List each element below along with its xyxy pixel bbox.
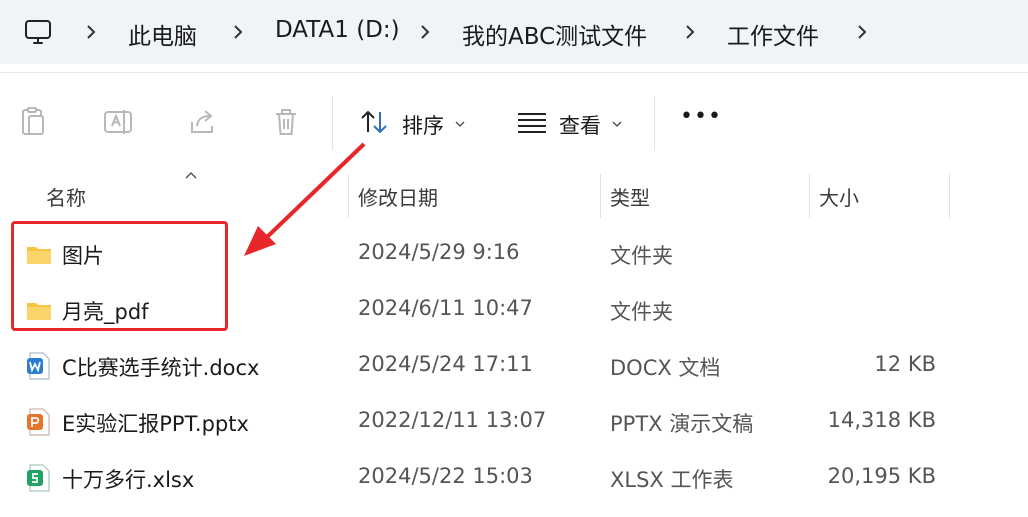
breadcrumb-item-test-folder[interactable]: 我的ABC测试文件 — [462, 17, 647, 51]
file-name: C比赛选手统计.docx — [62, 356, 260, 380]
file-size: 12 KB — [874, 352, 936, 376]
chevron-right-icon[interactable] — [82, 23, 100, 41]
view-button[interactable]: 查看 — [559, 110, 601, 140]
column-divider[interactable] — [348, 174, 349, 218]
rename-icon[interactable] — [100, 104, 136, 140]
file-type: PPTX 演示文稿 — [610, 412, 754, 436]
file-date: 2024/5/29 9:16 — [358, 240, 520, 264]
column-divider[interactable] — [809, 174, 810, 218]
column-header-date[interactable]: 修改日期 — [358, 182, 438, 211]
chevron-right-icon[interactable] — [853, 23, 871, 41]
word-doc-icon — [27, 352, 50, 380]
excel-doc-icon — [27, 464, 50, 492]
paste-icon[interactable] — [16, 104, 52, 140]
file-type: 文件夹 — [610, 244, 673, 268]
breadcrumb-item-drive[interactable]: DATA1 (D:) — [275, 17, 400, 43]
file-size: 20,195 KB — [827, 464, 936, 488]
divider — [0, 72, 1028, 73]
chevron-down-icon[interactable] — [611, 118, 623, 130]
chevron-right-icon[interactable] — [229, 23, 247, 41]
file-name: E实验汇报PPT.pptx — [62, 412, 249, 436]
file-size: 14,318 KB — [827, 408, 936, 432]
chevron-down-icon[interactable] — [454, 118, 466, 130]
sort-icon[interactable] — [356, 104, 392, 140]
sort-button[interactable]: 排序 — [402, 110, 444, 140]
toolbar-separator — [332, 96, 333, 150]
ppt-doc-icon — [27, 408, 50, 436]
file-type: DOCX 文档 — [610, 356, 721, 380]
address-bar[interactable]: 此电脑 DATA1 (D:) 我的ABC测试文件 工作文件 — [0, 0, 1028, 64]
breadcrumb-item-this-pc[interactable]: 此电脑 — [128, 17, 197, 51]
sort-ascending-icon — [185, 171, 197, 179]
table-row[interactable]: C比赛选手统计.docx 2024/5/24 17:11 DOCX 文档 12 … — [0, 338, 1028, 394]
this-pc-icon[interactable] — [24, 18, 52, 46]
more-options-button[interactable]: ••• — [680, 104, 722, 129]
breadcrumb-item-work-folder[interactable]: 工作文件 — [727, 17, 819, 51]
chevron-right-icon[interactable] — [416, 23, 434, 41]
share-icon[interactable] — [184, 104, 220, 140]
column-divider[interactable] — [600, 174, 601, 218]
file-name: 十万多行.xlsx — [62, 468, 195, 492]
toolbar-separator — [654, 96, 655, 150]
table-row[interactable]: 十万多行.xlsx 2024/5/22 15:03 XLSX 工作表 20,19… — [0, 450, 1028, 506]
file-date: 2024/5/24 17:11 — [358, 352, 533, 376]
view-icon[interactable] — [514, 104, 550, 140]
file-type: 文件夹 — [610, 300, 673, 324]
file-date: 2024/5/22 15:03 — [358, 464, 533, 488]
highlight-box — [11, 221, 228, 331]
file-date: 2024/6/11 10:47 — [358, 296, 533, 320]
file-type: XLSX 工作表 — [610, 468, 734, 492]
column-header-size[interactable]: 大小 — [819, 182, 859, 211]
delete-icon[interactable] — [268, 104, 304, 140]
file-date: 2022/12/11 13:07 — [358, 408, 547, 432]
column-header-name[interactable]: 名称 — [46, 182, 86, 211]
column-divider[interactable] — [949, 174, 950, 218]
chevron-right-icon[interactable] — [681, 23, 699, 41]
table-row[interactable]: E实验汇报PPT.pptx 2022/12/11 13:07 PPTX 演示文稿… — [0, 394, 1028, 450]
column-header-type[interactable]: 类型 — [610, 182, 650, 211]
